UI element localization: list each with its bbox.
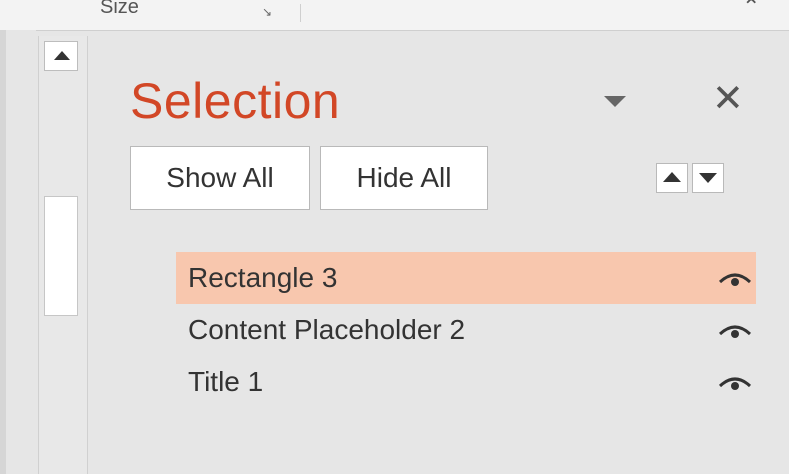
pane-title: Selection <box>130 73 341 129</box>
chevron-down-icon[interactable] <box>604 96 626 107</box>
ribbon-group-label-size: Size <box>100 0 139 18</box>
show-all-button[interactable]: Show All <box>130 146 310 210</box>
send-backward-icon[interactable] <box>692 163 724 193</box>
list-item[interactable]: Rectangle 3 <box>176 252 756 304</box>
bring-forward-icon[interactable] <box>656 163 688 193</box>
ribbon-collapse-icon[interactable]: ⌃ <box>742 0 760 20</box>
slide-area <box>6 30 36 474</box>
eye-icon[interactable] <box>718 372 752 392</box>
ribbon-strip: Size ↘ ⌃ <box>0 0 789 31</box>
selection-pane: Selection ✕ Show All Hide All Rectangle … <box>96 36 789 474</box>
hide-all-button[interactable]: Hide All <box>320 146 488 210</box>
close-icon[interactable]: ✕ <box>712 76 744 122</box>
eye-icon[interactable] <box>718 320 752 340</box>
scroll-thumb[interactable] <box>44 196 78 316</box>
vertical-scrollbar[interactable] <box>38 36 88 474</box>
list-item[interactable]: Content Placeholder 2 <box>176 304 756 356</box>
list-item-label: Title 1 <box>188 366 264 397</box>
selection-list: Rectangle 3 Content Placeholder 2 Title … <box>176 252 756 408</box>
list-item-label: Content Placeholder 2 <box>188 314 466 345</box>
list-item[interactable]: Title 1 <box>176 356 756 408</box>
ribbon-separator <box>300 4 301 22</box>
scroll-up-icon[interactable] <box>44 41 78 71</box>
eye-icon[interactable] <box>718 268 752 288</box>
list-item-label: Rectangle 3 <box>188 262 338 293</box>
dialog-launcher-icon[interactable]: ↘ <box>262 6 276 18</box>
